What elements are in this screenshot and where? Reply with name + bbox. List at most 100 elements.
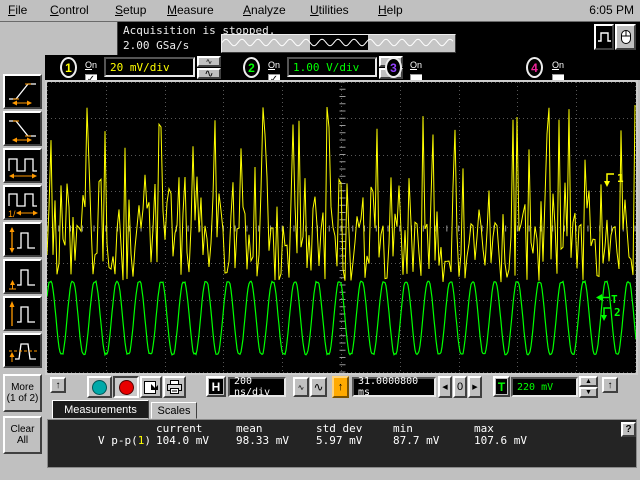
copy-screen-button[interactable] [140,376,162,398]
measure-rise-time-button[interactable] [3,74,42,109]
menu-file[interactable]: File [8,3,27,17]
h-zoom-out-button[interactable]: ∿ [293,377,309,397]
left-arrow-icon [596,293,610,302]
svg-text:1/: 1/ [8,209,16,218]
memory-bar-waveform [222,35,453,50]
menu-control[interactable]: Control [50,3,89,17]
h-zoom-in-button[interactable]: ∿ [310,377,327,397]
measure-period-button[interactable] [3,148,42,183]
menu-analyze[interactable]: Analyze [243,3,286,17]
frequency-icon: 1/ [7,188,39,218]
sine-large-icon: ∿ [313,380,323,394]
ch1-marker-label: 1 [617,172,624,185]
measure-vmin-button[interactable] [3,259,42,294]
clock: 6:05 PM [589,3,634,17]
print-button[interactable] [163,376,186,398]
menu-help[interactable]: Help [378,3,403,17]
clear-all-button[interactable]: ClearAll [3,416,42,454]
trigger-level-up-button[interactable]: ▲ [579,376,598,387]
rise-time-icon [7,77,39,107]
up-arrow-icon: ↑ [56,380,61,391]
stop-button[interactable] [113,376,139,398]
channel-1-scale-up-button[interactable]: ∿ [197,56,221,67]
trigger-position-up-arrow-icon: ↑ [338,381,344,393]
right-triangle-icon: ▶ [472,383,477,391]
channel-2-badge[interactable]: 2 [243,57,260,78]
bent-down-arrow-icon [603,172,616,189]
ch1-ground-marker[interactable]: 1 [603,172,624,189]
v-peak-to-peak-icon [7,225,39,255]
channel-4-on-label: On [552,61,564,70]
waveform-display[interactable]: 1 T 2 [45,80,638,375]
measurement-row-label: V p-p(1) [98,434,151,447]
tab-scales[interactable]: Scales [151,402,197,419]
menu-setup[interactable]: Setup [115,3,146,17]
channel-controls-row: 1 On ✓ 20 mV/div ∿ ∿ 2 On ✓ 1.00 V/div ∿… [45,55,640,80]
trigger-level-field[interactable]: 220 mV [511,377,578,397]
menu-measure[interactable]: Measure [167,3,214,17]
v-min-icon [7,262,39,292]
pan-right-button[interactable]: ▶ [468,376,482,398]
mouse-icon [618,29,633,46]
run-icon [92,380,107,395]
graticule [47,82,636,373]
horizontal-scale-field[interactable]: 200 ns/div [228,377,286,397]
measure-vamplitude-button[interactable] [3,296,42,331]
measure-fall-time-button[interactable] [3,111,42,146]
mouse-mode-button[interactable] [615,24,636,50]
fall-time-icon [7,114,39,144]
memory-bar[interactable] [221,34,456,53]
trigger-position-button[interactable]: ↑ [332,376,349,398]
channel-4-badge[interactable]: 4 [526,57,543,78]
pulse-mode-button[interactable] [594,24,614,50]
help-button[interactable]: ? [621,422,636,437]
up-arrow-icon: ↑ [608,380,613,391]
measurements-panel: current mean std dev min max V p-p(1) 10… [47,419,637,468]
up-triangle-icon: ▲ [585,378,592,385]
channel-3-badge[interactable]: 3 [385,57,402,78]
printer-icon [166,379,183,395]
stop-icon [119,380,134,395]
channel-2-scale-field[interactable]: 1.00 V/div [287,57,377,77]
copy-screen-icon [143,380,159,395]
scroll-up-left-button[interactable]: ↑ [50,377,66,393]
horizontal-position-field[interactable]: 31.0000800 ms [352,377,436,397]
menu-utilities[interactable]: Utilities [310,3,349,17]
pan-left-button[interactable]: ◀ [438,376,452,398]
measurement-min: 87.7 mV [393,434,439,447]
measure-frequency-button[interactable]: 1/ [3,185,42,220]
measure-vpp-button[interactable] [3,222,42,257]
oscilloscope-app: File Control Setup Measure Analyze Utili… [0,0,640,480]
ch2-marker-label: 2 [614,306,621,319]
run-button[interactable] [87,376,112,398]
trigger-level-down-button[interactable]: ▼ [579,387,598,398]
measurement-mean: 98.33 mV [236,434,289,447]
channel-1-scale-down-button[interactable]: ∿ [197,68,221,79]
channel-1-scale-spinner: ∿ ∿ [197,56,221,79]
measure-vaverage-button[interactable] [3,333,42,368]
v-amplitude-icon [7,299,39,329]
channel-1-on-label: On [85,61,97,70]
v-average-icon [7,336,39,366]
sine-large-icon: ∿ [204,70,213,78]
scroll-up-right-button[interactable]: ↑ [602,377,618,393]
measurement-current: 104.0 mV [156,434,209,447]
ch2-ground-marker[interactable]: 2 [600,306,621,323]
channel-1-scale-field[interactable]: 20 mV/div [104,57,195,77]
trigger-level-marker[interactable]: T [596,293,618,306]
tab-measurements[interactable]: Measurements [52,400,149,419]
down-triangle-icon: ▼ [585,389,592,396]
horizontal-label: H [209,379,223,394]
trigger-marker-label: T [611,293,618,306]
more-measurements-button[interactable]: More(1 of 2) [3,374,42,412]
trigger-settings-button[interactable]: T [493,376,510,397]
channel-2-on-label: On [268,61,280,70]
channel-1-badge[interactable]: 1 [60,57,77,78]
channel-3-on-label: On [410,61,422,70]
center-reference-button[interactable]: 0 [453,376,467,398]
measurement-max: 107.6 mV [474,434,527,447]
horizontal-settings-button[interactable]: H [206,376,226,397]
sine-small-icon: ∿ [298,383,305,392]
trigger-label: T [496,379,507,394]
sine-small-icon: ∿ [206,58,213,66]
